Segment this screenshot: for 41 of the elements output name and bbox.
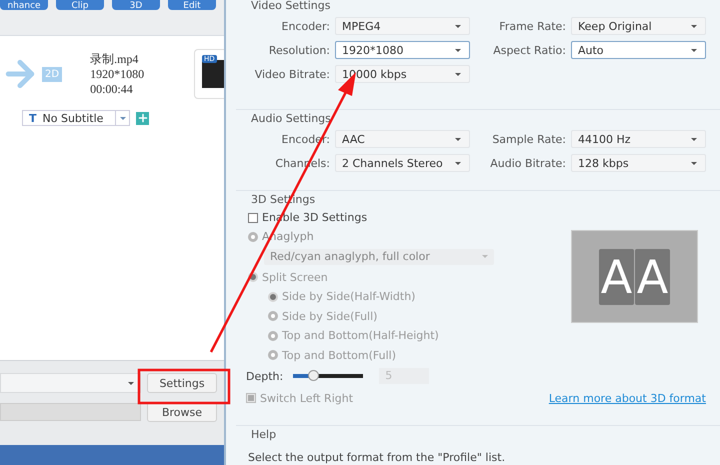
depth-label: Depth: [246, 370, 284, 382]
add-icon[interactable] [136, 112, 149, 124]
radio-icon[interactable] [268, 330, 278, 341]
toolbar-button[interactable]: Edit [168, 0, 216, 10]
section-title: Audio Settings [250, 113, 332, 127]
preview-letter: A [599, 248, 634, 304]
toolbar-button[interactable]: Clip [56, 0, 104, 10]
profile-dropdown[interactable] [0, 373, 141, 393]
section-title: Help [250, 429, 278, 443]
section-title: Video Settings [250, 0, 332, 14]
toolbar-button[interactable]: nhance [0, 0, 48, 10]
radio-icon[interactable] [268, 350, 278, 360]
dropdown[interactable]: MPEG4 [335, 17, 470, 35]
dropdown[interactable]: 128 kbps [571, 154, 706, 172]
dropdown[interactable]: 44100 Hz [571, 130, 706, 148]
toolbar-button[interactable]: 3D [112, 0, 160, 10]
field-label: Audio Bitrate: [489, 156, 566, 170]
mode-badge: 2D [42, 66, 62, 82]
settings-button[interactable]: Settings [147, 373, 217, 393]
path-field[interactable] [0, 403, 141, 421]
file-name: 录制.mp4 [90, 52, 140, 66]
file-resolution: 1920*1080 [90, 66, 144, 82]
field-label: Frame Rate: [498, 20, 566, 32]
dropdown[interactable]: Keep Original [571, 17, 706, 35]
file-duration: 00:00:44 [90, 82, 134, 96]
field-label: Encoder: [280, 20, 330, 32]
help-text: Select the output format from the "Profile" list. [247, 450, 506, 464]
field-label: Resolution: [268, 44, 330, 56]
field-label: Aspect Ratio: [492, 44, 566, 56]
learn-more-link[interactable]: Learn more about 3D format [548, 392, 706, 404]
slider-thumb[interactable] [308, 370, 319, 381]
dropdown[interactable]: 2 Channels Stereo [335, 154, 470, 172]
dropdown[interactable]: AAC [335, 130, 470, 148]
dropdown[interactable]: 1920*1080 [335, 41, 470, 59]
preview-letter: A [635, 248, 670, 304]
field-label: Video Bitrate: [254, 68, 330, 80]
dropdown[interactable]: Auto [571, 41, 706, 59]
radio-icon[interactable] [268, 311, 278, 322]
field-label: Sample Rate: [491, 132, 566, 146]
radio-icon[interactable] [268, 292, 278, 302]
subtitle-dropdown[interactable]: T No Subtitle [22, 110, 130, 126]
